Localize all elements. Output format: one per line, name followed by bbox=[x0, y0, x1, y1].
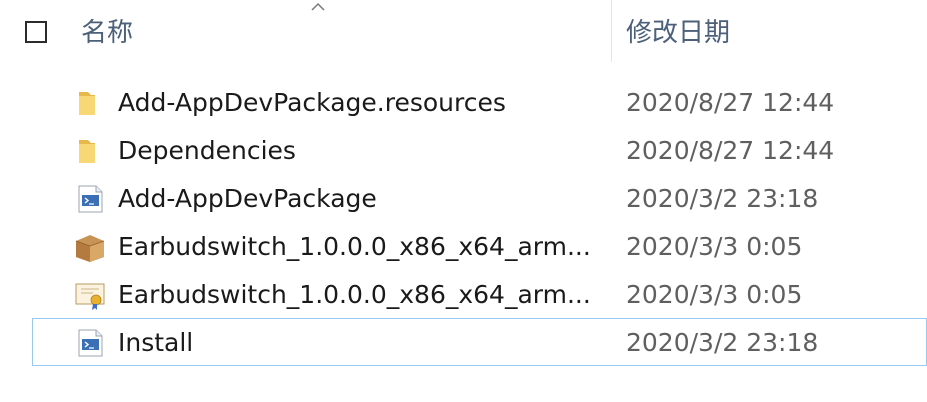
file-name: Add-AppDevPackage.resources bbox=[118, 88, 506, 117]
folder-icon bbox=[73, 87, 107, 119]
file-row[interactable]: Add-AppDevPackage.resources 2020/8/27 12… bbox=[32, 78, 927, 126]
sort-ascending-chevron-icon[interactable] bbox=[311, 2, 325, 12]
certificate-icon bbox=[73, 279, 107, 311]
file-date-modified: 2020/8/27 12:44 bbox=[626, 136, 835, 165]
column-header-name[interactable]: 名称 bbox=[81, 15, 133, 51]
file-explorer-details-view: 名称 修改日期 Add-AppDevPackage.resources 2020… bbox=[0, 0, 927, 402]
file-name: Add-AppDevPackage bbox=[118, 184, 377, 213]
column-header-date-modified[interactable]: 修改日期 bbox=[626, 15, 730, 51]
powershell-script-icon bbox=[73, 327, 107, 359]
file-name: Dependencies bbox=[118, 136, 296, 165]
file-date-modified: 2020/3/3 0:05 bbox=[626, 232, 803, 261]
file-date-modified: 2020/8/27 12:44 bbox=[626, 88, 835, 117]
folder-icon bbox=[73, 135, 107, 167]
file-name: Earbudswitch_1.0.0.0_x86_x64_arm... bbox=[118, 280, 591, 309]
file-row[interactable]: Earbudswitch_1.0.0.0_x86_x64_arm... 2020… bbox=[32, 222, 927, 270]
file-date-modified: 2020/3/2 23:18 bbox=[626, 328, 819, 357]
file-name: Install bbox=[118, 328, 194, 357]
column-divider[interactable] bbox=[611, 0, 612, 62]
column-header-bar: 名称 修改日期 bbox=[0, 0, 927, 62]
package-box-icon bbox=[73, 231, 107, 263]
file-row[interactable]: Add-AppDevPackage 2020/3/2 23:18 bbox=[32, 174, 927, 222]
file-row[interactable]: Dependencies 2020/8/27 12:44 bbox=[32, 126, 927, 174]
file-row-focused[interactable]: Install 2020/3/2 23:18 bbox=[32, 318, 927, 366]
select-all-checkbox[interactable] bbox=[25, 21, 47, 43]
file-row[interactable]: Earbudswitch_1.0.0.0_x86_x64_arm... 2020… bbox=[32, 270, 927, 318]
file-date-modified: 2020/3/3 0:05 bbox=[626, 280, 803, 309]
powershell-script-icon bbox=[73, 183, 107, 215]
file-name: Earbudswitch_1.0.0.0_x86_x64_arm... bbox=[118, 232, 591, 261]
file-date-modified: 2020/3/2 23:18 bbox=[626, 184, 819, 213]
